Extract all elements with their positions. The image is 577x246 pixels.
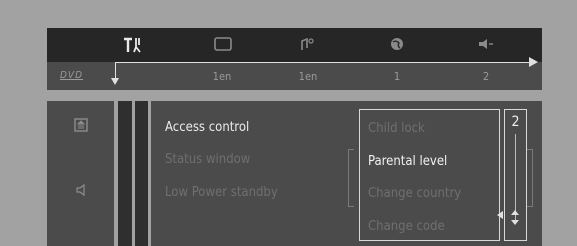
speaker-icon[interactable] [71, 181, 91, 201]
audio-language-value: 1en [298, 70, 318, 83]
disc-type-label: DVD [60, 70, 84, 81]
angle-value: 1 [393, 70, 401, 83]
menu-path-line [115, 62, 531, 63]
access-control-submenu: Child lock Parental level Change country… [359, 109, 500, 241]
arrow-up-icon[interactable] [511, 210, 519, 215]
menu-item-low-power-standby[interactable]: Low Power standby [165, 185, 278, 200]
arrow-right-icon [529, 57, 538, 67]
side-icon-panel [47, 101, 114, 246]
disc-icon[interactable] [71, 117, 91, 137]
parental-level-value-box[interactable]: 2 [497, 109, 527, 241]
value-bracket [527, 149, 533, 207]
settings-menu-panel: Access control Status window Low Power s… [151, 101, 542, 246]
arrow-down-icon[interactable] [511, 220, 519, 225]
dvd-settings-screen: DVD 1en 1en 1 2 Access control Status wi… [47, 28, 542, 246]
submenu-item-parental-level[interactable]: Parental level [368, 154, 447, 169]
arrow-down-icon [111, 78, 119, 85]
submenu-bracket [348, 149, 354, 207]
menu-item-access-control[interactable]: Access control [165, 120, 249, 135]
submenu-item-change-code[interactable]: Change code [368, 219, 445, 234]
arrow-left-icon [497, 211, 503, 219]
subtitle-language-value: 1en [212, 70, 232, 83]
submenu-item-change-country[interactable]: Change country [368, 186, 461, 201]
submenu-item-child-lock[interactable]: Child lock [368, 121, 425, 136]
top-menu-bar [47, 28, 542, 62]
speaker-icon[interactable] [473, 33, 499, 57]
settings-tools-icon[interactable] [120, 33, 146, 57]
chapter-value: 2 [482, 70, 490, 83]
scroll-rail [118, 101, 132, 246]
language-icon[interactable] [384, 33, 410, 57]
menu-item-status-window[interactable]: Status window [165, 152, 250, 167]
picture-icon[interactable] [210, 33, 236, 57]
status-info-bar: DVD 1en 1en 1 2 [47, 62, 542, 90]
audio-icon[interactable] [295, 33, 321, 57]
parental-level-value: 2 [511, 114, 520, 130]
scroll-rail [135, 101, 148, 246]
value-slider-track [515, 134, 516, 220]
